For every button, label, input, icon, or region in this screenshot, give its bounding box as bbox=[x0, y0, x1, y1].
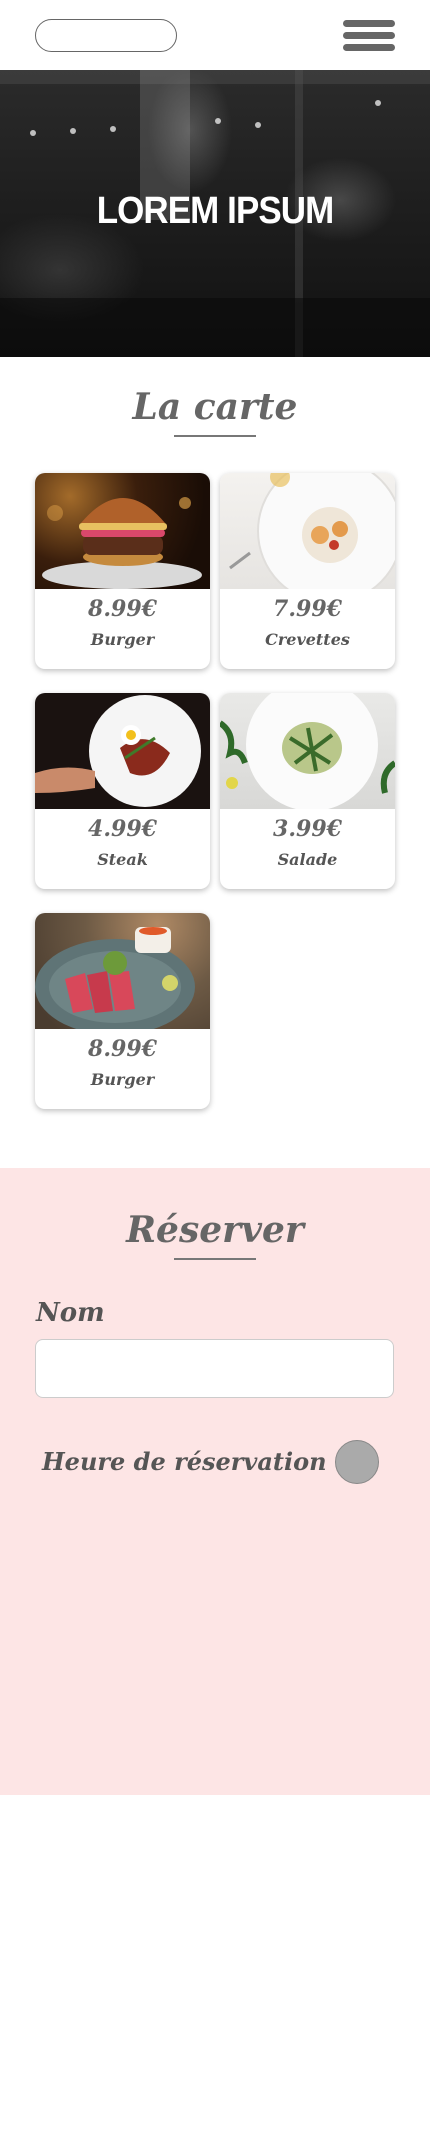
menu-card-steak[interactable]: 4.99€ Steak bbox=[35, 693, 210, 889]
menu-bar-line bbox=[343, 44, 395, 51]
name-field[interactable] bbox=[35, 1339, 394, 1398]
item-name: Salade bbox=[277, 850, 338, 869]
item-name: Crevettes bbox=[265, 630, 350, 649]
title-underline bbox=[174, 1258, 256, 1260]
lamp-light bbox=[215, 118, 221, 124]
hamburger-menu-icon[interactable] bbox=[343, 20, 395, 52]
top-bar bbox=[0, 0, 430, 70]
lamp-light bbox=[30, 130, 36, 136]
item-price: 3.99€ bbox=[273, 816, 342, 842]
seared-tuna-photo bbox=[35, 913, 210, 1029]
ceiling-shape bbox=[0, 70, 430, 84]
menu-card-burger[interactable]: 8.99€ Burger bbox=[35, 473, 210, 669]
menu-section-title: La carte bbox=[132, 386, 298, 428]
item-price: 7.99€ bbox=[273, 596, 342, 622]
item-name: Burger bbox=[90, 630, 155, 649]
item-price: 8.99€ bbox=[88, 596, 157, 622]
name-field-label: Nom bbox=[36, 1298, 105, 1328]
menu-bar-line bbox=[343, 32, 395, 39]
shrimp-dish-photo bbox=[220, 473, 395, 589]
item-name: Burger bbox=[90, 1070, 155, 1089]
menu-card-salade[interactable]: 3.99€ Salade bbox=[220, 693, 395, 889]
lamp-light bbox=[375, 100, 381, 106]
item-name: Steak bbox=[97, 850, 148, 869]
item-price: 4.99€ bbox=[88, 816, 157, 842]
menu-card-burger-2[interactable]: 8.99€ Burger bbox=[35, 913, 210, 1109]
lamp-light bbox=[110, 126, 116, 132]
burger-photo bbox=[35, 473, 210, 589]
steak-plate-photo bbox=[35, 693, 210, 809]
lamp-light bbox=[255, 122, 261, 128]
time-field-label: Heure de réservation bbox=[42, 1447, 327, 1476]
title-underline bbox=[174, 435, 256, 437]
search-input[interactable] bbox=[35, 19, 177, 52]
bar-counter-shape bbox=[0, 298, 430, 357]
reservation-time-picker[interactable] bbox=[335, 1440, 379, 1484]
menu-bar-line bbox=[343, 20, 395, 27]
menu-card-crevettes[interactable]: 7.99€ Crevettes bbox=[220, 473, 395, 669]
lamp-light bbox=[70, 128, 76, 134]
hero-banner: LOREM IPSUM bbox=[0, 70, 430, 357]
hero-title: LOREM IPSUM bbox=[96, 190, 334, 232]
salad-plate-photo bbox=[220, 693, 395, 809]
item-price: 8.99€ bbox=[88, 1036, 157, 1062]
reservation-section-title: Réserver bbox=[126, 1209, 304, 1251]
